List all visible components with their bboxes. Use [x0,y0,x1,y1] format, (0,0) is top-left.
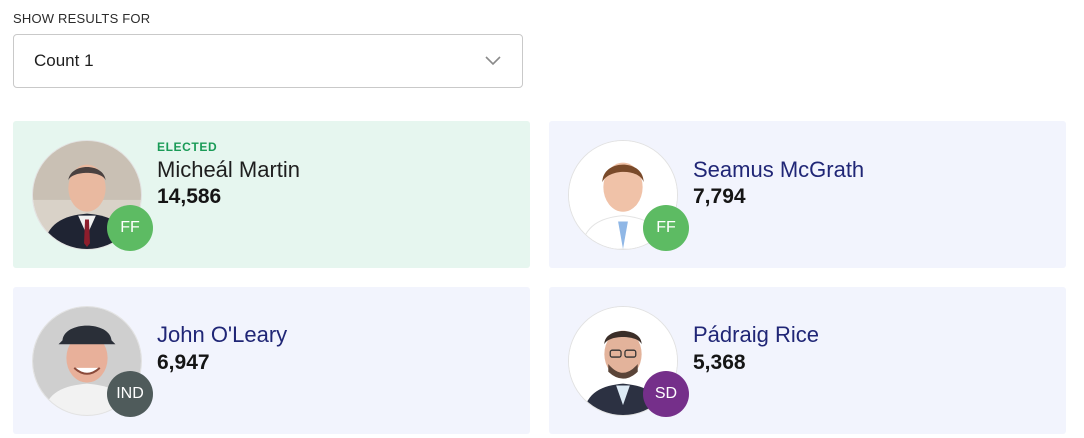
party-badge: IND [107,371,153,417]
candidate-card[interactable]: FF Seamus McGrath 7,794 [549,121,1066,268]
candidate-votes: 14,586 [157,185,222,208]
candidate-card[interactable]: FF ELECTED Micheál Martin 14,586 [13,121,530,268]
candidate-votes: 6,947 [157,351,210,374]
chevron-down-icon [484,51,502,69]
candidate-votes: 7,794 [693,185,746,208]
results-filter-label: SHOW RESULTS FOR [13,11,151,26]
elected-status: ELECTED [157,140,218,154]
party-badge: FF [107,205,153,251]
candidate-card[interactable]: IND John O'Leary 6,947 [13,287,530,434]
count-select[interactable]: Count 1 [13,34,523,88]
count-select-value: Count 1 [34,51,94,70]
candidate-card[interactable]: SD Pádraig Rice 5,368 [549,287,1066,434]
candidate-name[interactable]: Seamus McGrath [693,157,864,183]
candidate-name[interactable]: Micheál Martin [157,157,300,183]
party-badge: SD [643,371,689,417]
party-badge: FF [643,205,689,251]
candidate-name[interactable]: Pádraig Rice [693,322,819,348]
candidate-name[interactable]: John O'Leary [157,322,287,348]
candidate-votes: 5,368 [693,351,746,374]
